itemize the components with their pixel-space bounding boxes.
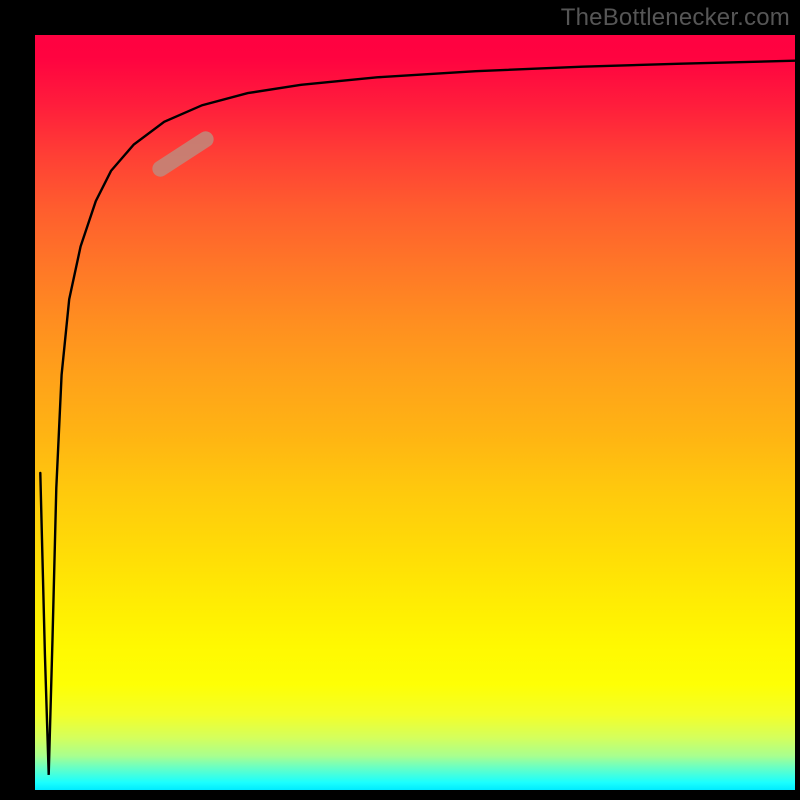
watermark-text: TheBottlenecker.com — [561, 4, 790, 32]
curve-layer — [35, 35, 795, 790]
chart-frame: TheBottlenecker.com — [0, 0, 800, 800]
plot-area — [35, 35, 795, 790]
